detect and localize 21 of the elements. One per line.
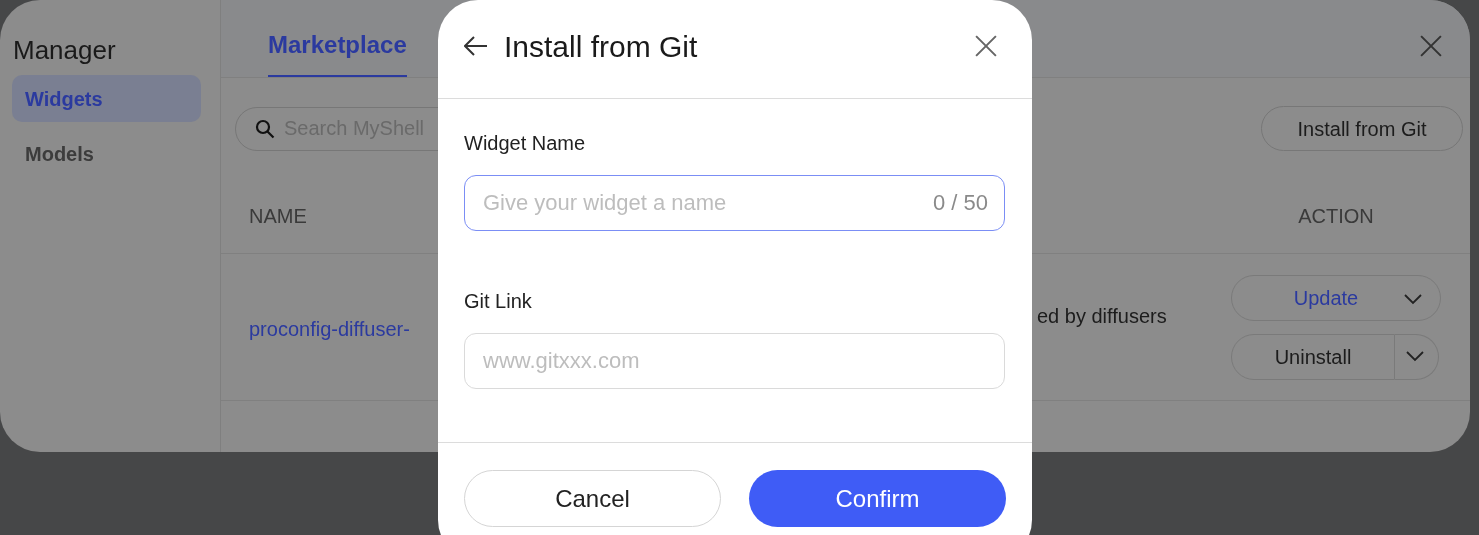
sidebar-item[interactable]: Models [12, 130, 201, 177]
column-header: NAME [249, 204, 307, 229]
close-icon [1420, 35, 1442, 57]
close-button[interactable] [1420, 35, 1442, 57]
search-icon [255, 118, 275, 139]
tab[interactable]: Marketplace [268, 0, 407, 77]
widget-name-link[interactable]: proconfig-diffuser- [249, 314, 439, 344]
caret-icon [1405, 351, 1424, 362]
close-button[interactable] [975, 35, 997, 57]
column-header: ACTION [1297, 204, 1375, 229]
field-label: Git Link [464, 289, 533, 314]
back-button[interactable] [464, 36, 488, 56]
manager-title: Manager [12, 34, 117, 67]
dialog-title: Install from Git [504, 28, 698, 65]
close-icon [975, 35, 997, 57]
sidebar-item[interactable]: Widgets [12, 75, 201, 122]
character-counter: 0 / 50 [932, 189, 988, 217]
table-cell-text: ed by diffusers [1037, 304, 1167, 329]
back-arrow-icon [464, 36, 488, 56]
caret-icon [1404, 293, 1422, 305]
confirm-button[interactable]: Confirm [749, 470, 1006, 527]
